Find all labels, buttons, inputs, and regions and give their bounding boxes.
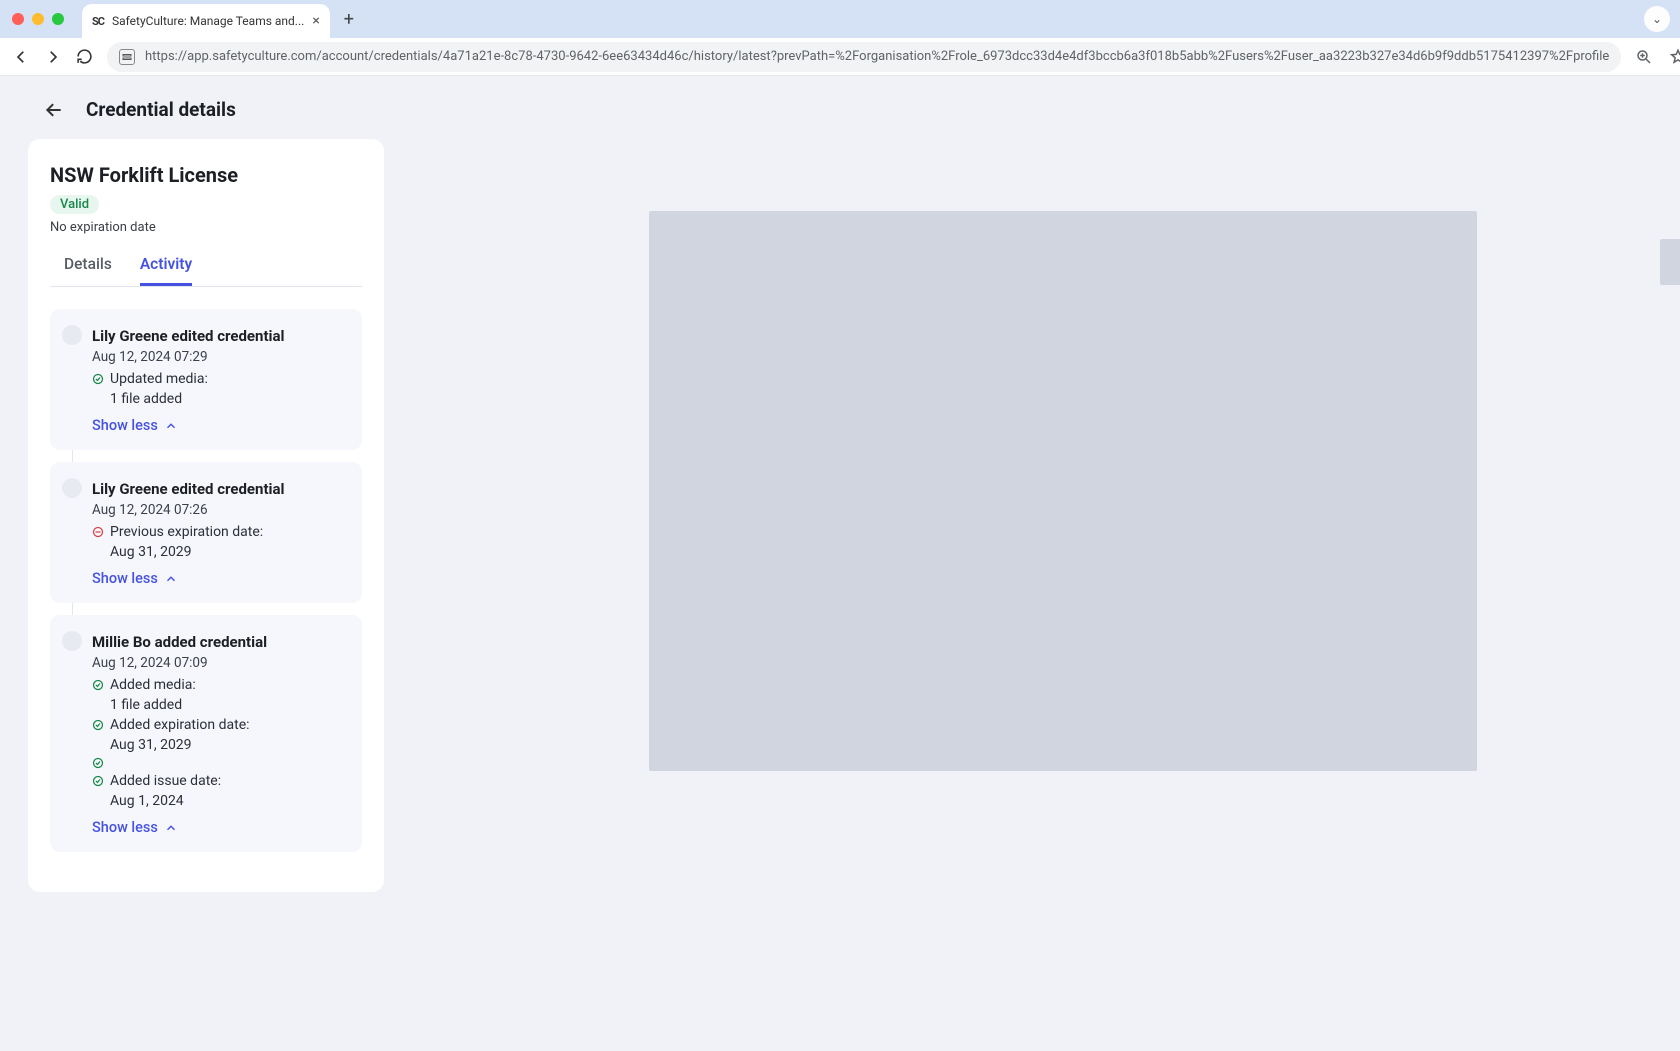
status-badge: Valid <box>50 195 99 214</box>
show-less-toggle[interactable]: Show less <box>92 570 344 587</box>
change-label: Previous expiration date: <box>110 524 263 540</box>
change-value: Aug 1, 2024 <box>110 793 344 809</box>
chevron-up-icon <box>164 419 178 433</box>
minus-circle-icon <box>92 526 104 538</box>
content-row: NSW Forklift License Valid No expiration… <box>0 139 1680 892</box>
panel-tabs: Details Activity <box>50 255 362 287</box>
browser-url-bar[interactable]: https://app.safetyculture.com/account/cr… <box>107 42 1621 72</box>
credential-name: NSW Forklift License <box>50 163 362 187</box>
thumbnail-placeholder[interactable] <box>1660 239 1680 285</box>
app-root: Credential details NSW Forklift License … <box>0 76 1680 1051</box>
change-value: 1 file added <box>110 391 344 407</box>
window-minimize-button[interactable] <box>32 13 44 25</box>
change-label: Added media: <box>110 677 196 693</box>
activity-change <box>92 757 344 769</box>
tab-activity[interactable]: Activity <box>140 255 192 286</box>
document-preview-placeholder[interactable] <box>649 211 1477 771</box>
chevron-up-icon <box>164 572 178 586</box>
browser-reload-button[interactable] <box>76 48 93 65</box>
activity-title: Millie Bo added credential <box>92 633 344 651</box>
credential-side-panel: NSW Forklift License Valid No expiration… <box>28 139 384 892</box>
activity-change: Added expiration date: <box>92 717 344 733</box>
window-close-button[interactable] <box>12 13 24 25</box>
activity-item: Millie Bo added credential Aug 12, 2024 … <box>50 615 362 852</box>
activity-timeline: Lily Greene edited credential Aug 12, 20… <box>50 309 362 852</box>
activity-date: Aug 12, 2024 07:09 <box>92 655 344 671</box>
change-value: Aug 31, 2029 <box>110 544 344 560</box>
browser-toolbar: https://app.safetyculture.com/account/cr… <box>0 38 1680 76</box>
activity-date: Aug 12, 2024 07:29 <box>92 349 344 365</box>
check-circle-icon <box>92 719 104 731</box>
activity-change: Previous expiration date: <box>92 524 344 540</box>
activity-change: Updated media: <box>92 371 344 387</box>
tab-list-dropdown[interactable]: ⌄ <box>1644 6 1670 32</box>
window-controls <box>12 13 64 25</box>
show-less-label: Show less <box>92 819 158 836</box>
url-text: https://app.safetyculture.com/account/cr… <box>145 49 1609 64</box>
expiration-text: No expiration date <box>50 220 362 235</box>
activity-item: Lily Greene edited credential Aug 12, 20… <box>50 309 362 450</box>
check-circle-icon <box>92 373 104 385</box>
activity-item: Lily Greene edited credential Aug 12, 20… <box>50 462 362 603</box>
browser-tab[interactable]: SC SafetyCulture: Manage Teams and... × <box>82 4 330 38</box>
show-less-label: Show less <box>92 570 158 587</box>
activity-title: Lily Greene edited credential <box>92 327 344 345</box>
browser-back-button[interactable] <box>12 48 30 66</box>
check-circle-icon <box>92 775 104 787</box>
change-label: Added expiration date: <box>110 717 250 733</box>
zoom-icon[interactable] <box>1635 48 1653 66</box>
check-circle-icon <box>92 757 104 769</box>
tab-close-button[interactable]: × <box>312 13 319 29</box>
back-button[interactable] <box>44 100 64 120</box>
activity-date: Aug 12, 2024 07:26 <box>92 502 344 518</box>
change-label: Added issue date: <box>110 773 221 789</box>
change-value: 1 file added <box>110 697 344 713</box>
check-circle-icon <box>92 679 104 691</box>
show-less-toggle[interactable]: Show less <box>92 417 344 434</box>
site-info-icon[interactable] <box>119 49 135 65</box>
bookmark-star-icon[interactable] <box>1669 48 1680 66</box>
activity-title: Lily Greene edited credential <box>92 480 344 498</box>
document-preview-area <box>474 211 1652 771</box>
change-label: Updated media: <box>110 371 208 387</box>
page-header: Credential details <box>0 76 1680 139</box>
tab-details[interactable]: Details <box>64 255 112 286</box>
new-tab-button[interactable]: + <box>344 9 354 30</box>
chevron-up-icon <box>164 821 178 835</box>
browser-tab-strip: SC SafetyCulture: Manage Teams and... × … <box>0 0 1680 38</box>
show-less-toggle[interactable]: Show less <box>92 819 344 836</box>
tab-title: SafetyCulture: Manage Teams and... <box>112 14 304 28</box>
show-less-label: Show less <box>92 417 158 434</box>
window-maximize-button[interactable] <box>52 13 64 25</box>
page-title: Credential details <box>86 98 236 121</box>
browser-toolbar-right <box>1635 46 1680 68</box>
tab-favicon: SC <box>92 15 104 28</box>
browser-forward-button[interactable] <box>44 48 62 66</box>
activity-change: Added media: <box>92 677 344 693</box>
change-value: Aug 31, 2029 <box>110 737 344 753</box>
activity-change: Added issue date: <box>92 773 344 789</box>
